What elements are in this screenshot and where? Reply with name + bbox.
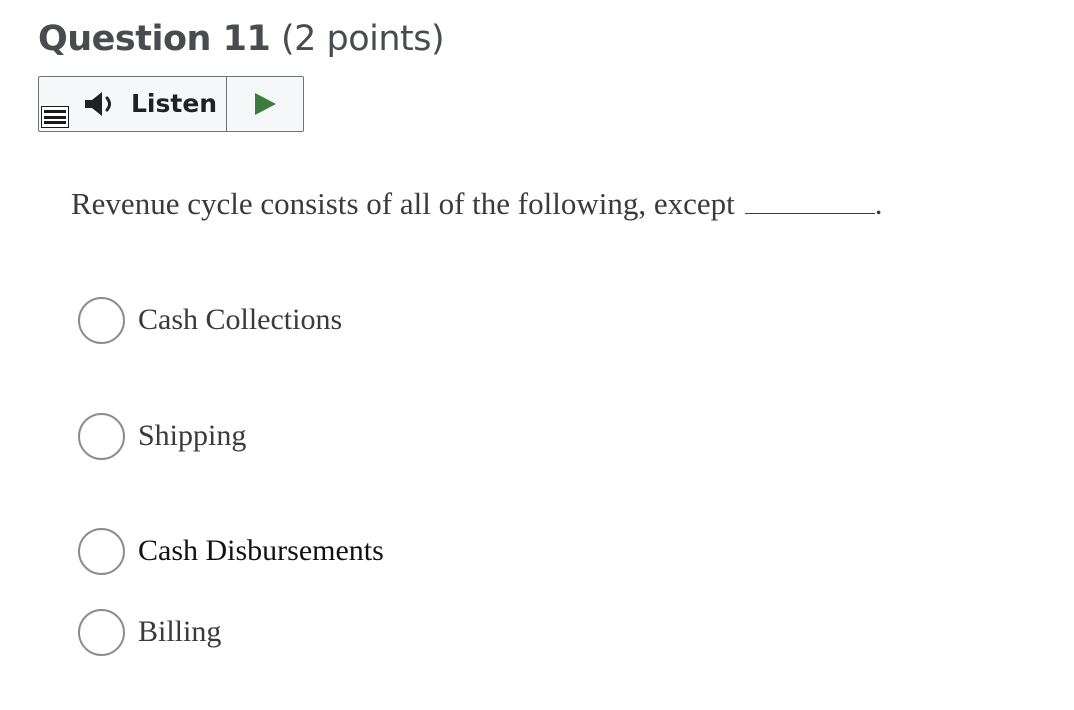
question-header: Question 11 (2 points) (38, 16, 445, 62)
answer-option-shipping[interactable]: Shipping (78, 412, 246, 460)
fill-in-blank (744, 186, 875, 214)
question-prompt: Revenue cycle consists of all of the fol… (71, 184, 882, 224)
option-label: Billing (138, 615, 222, 648)
radio-button[interactable] (78, 412, 125, 460)
menu-icon[interactable] (41, 106, 69, 128)
listen-button[interactable]: Listen (39, 77, 227, 131)
radio-button[interactable] (78, 296, 125, 344)
answer-option-cash-disbursements[interactable]: Cash Disbursements (78, 527, 384, 575)
prompt-end: . (874, 186, 883, 221)
listen-toolbar: Listen (38, 76, 304, 132)
option-label: Cash Disbursements (138, 534, 384, 567)
speaker-icon (85, 92, 111, 116)
prompt-text: Revenue cycle consists of all of the fol… (71, 186, 735, 221)
play-icon (255, 93, 276, 115)
option-label: Cash Collections (138, 303, 343, 336)
answer-option-billing[interactable]: Billing (78, 608, 221, 656)
answer-option-cash-collections[interactable]: Cash Collections (78, 296, 342, 344)
question-points: (2 points) (280, 19, 445, 59)
question-title: Question 11 (38, 19, 271, 59)
play-button[interactable] (227, 77, 303, 131)
radio-button[interactable] (78, 527, 125, 575)
option-label: Shipping (138, 419, 247, 452)
listen-label: Listen (131, 89, 218, 118)
radio-button[interactable] (78, 608, 125, 656)
